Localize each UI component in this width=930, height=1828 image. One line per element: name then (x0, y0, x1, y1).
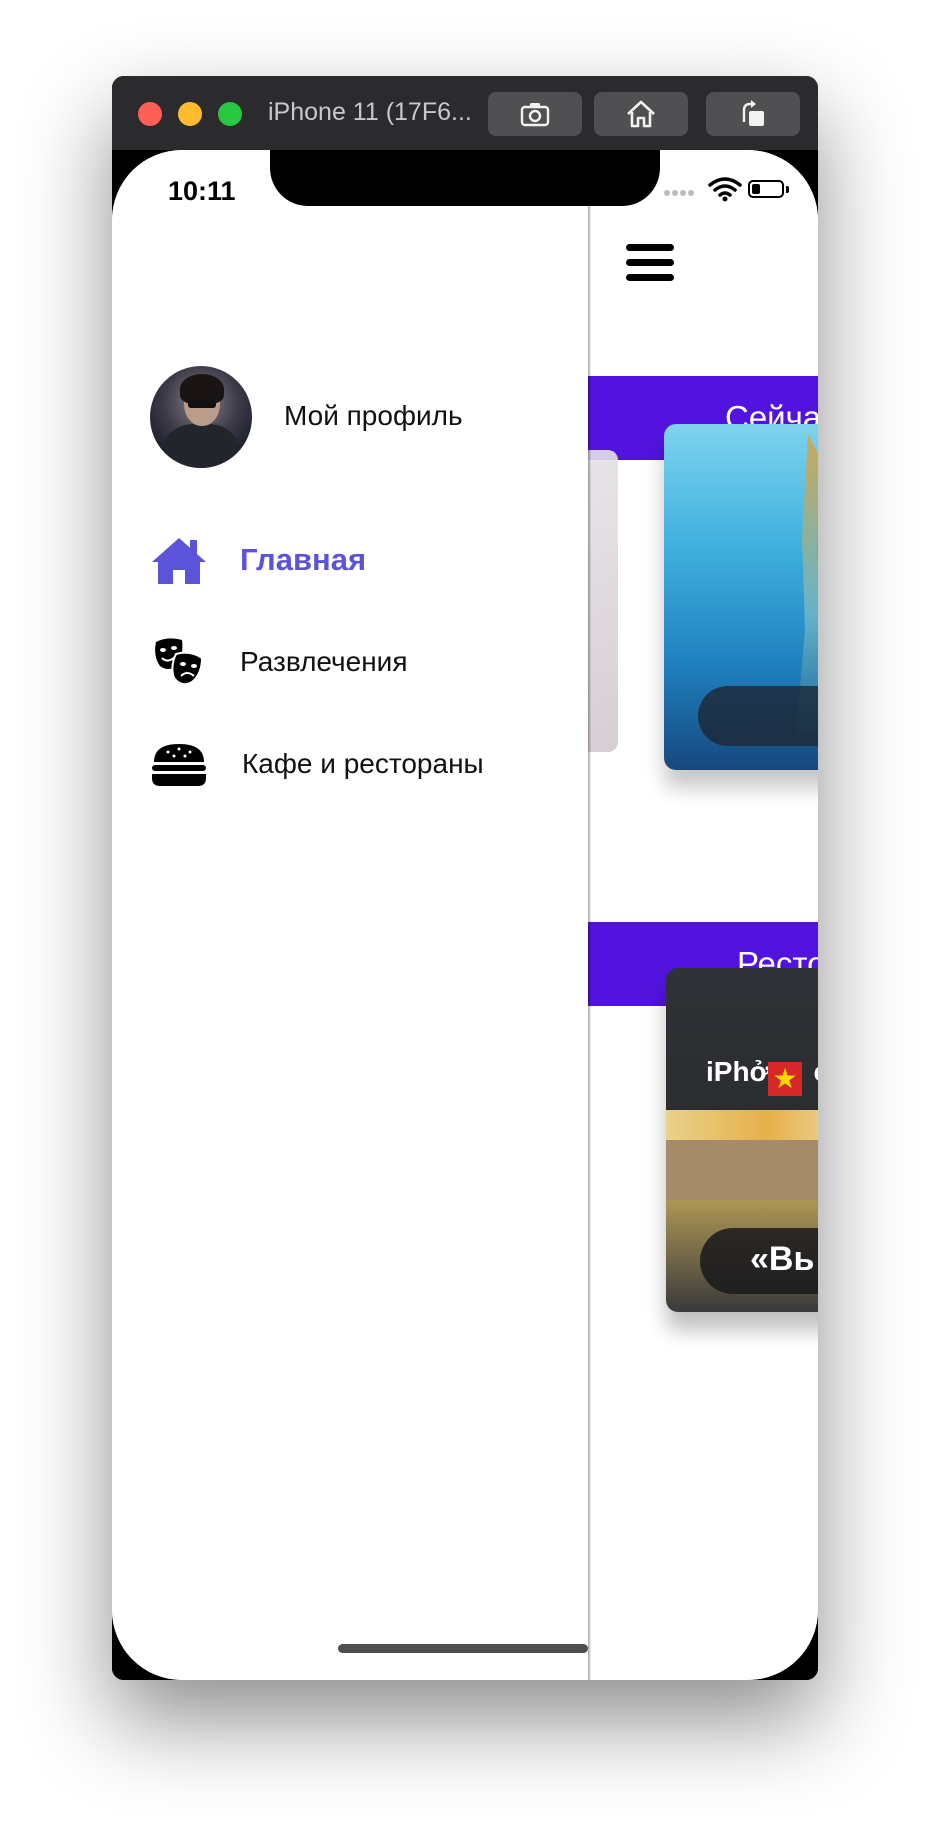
screenshot-button[interactable] (488, 92, 582, 136)
hamburger-icon (626, 244, 674, 251)
avatar[interactable] (150, 366, 252, 468)
burger-icon (152, 744, 206, 786)
simulator-window: iPhone 11 (17F6... Сейча Ресто iPhở ★ «В… (112, 76, 818, 1680)
status-time: 10:11 (168, 176, 236, 206)
home-button[interactable] (594, 92, 688, 136)
wifi-icon (708, 177, 742, 202)
side-drawer: Мой профиль Главная Развлечения Кафе и р… (112, 150, 588, 1680)
avatar-glasses (188, 400, 216, 408)
screenshot-icon (520, 103, 550, 127)
drawer-item-label: Развлечения (240, 646, 408, 677)
drawer-item-label: Главная (240, 542, 367, 577)
simulator-title: iPhone 11 (17F6... (268, 98, 472, 126)
hamburger-line (626, 259, 674, 266)
drawer-item-home[interactable]: Главная (112, 526, 588, 596)
zoom-window-button[interactable] (218, 102, 242, 126)
hamburger-menu-button[interactable] (626, 244, 674, 282)
theater-masks-icon (155, 638, 204, 686)
movie-card[interactable] (664, 424, 818, 770)
main-content[interactable]: Сейча Ресто iPhởc ★ «Вь (578, 150, 818, 1680)
drawer-edge (588, 206, 591, 1680)
hamburger-line (626, 274, 674, 281)
restaurant-card[interactable]: iPhở c ★ «Вь (666, 968, 818, 1312)
drawer-item-entertainment[interactable]: Развлечения (112, 628, 588, 698)
battery-level (752, 184, 760, 194)
profile-link[interactable]: Мой профиль (284, 400, 463, 432)
minimize-window-button[interactable] (178, 102, 202, 126)
home-icon (627, 100, 655, 128)
device-screen: Сейча Ресто iPhởc ★ «Вь (112, 150, 818, 1680)
device-notch (270, 150, 660, 206)
battery-nub (786, 186, 789, 193)
restaurant-sign-text: iPhở (706, 1056, 770, 1087)
menu-board-image (666, 1110, 818, 1140)
rotate-icon (742, 100, 764, 126)
battery-icon (748, 180, 784, 198)
drawer-item-label: Кафе и рестораны (242, 748, 484, 779)
home-indicator[interactable] (338, 1644, 588, 1653)
restaurant-sign-suffix: c (813, 1056, 818, 1087)
avatar-body (164, 424, 238, 468)
card-title-pill: «Вь (700, 1228, 818, 1294)
app-screen: Сейча Ресто iPhởc ★ «Вь (112, 150, 818, 1680)
drawer-item-cafes[interactable]: Кафе и рестораны (112, 730, 588, 800)
star-icon: ★ (768, 1062, 802, 1096)
restaurant-title: «Вь (750, 1240, 815, 1278)
status-icons (664, 176, 804, 206)
counter-image (666, 1140, 818, 1200)
simulator-titlebar: iPhone 11 (17F6... (112, 76, 818, 151)
home-icon (152, 538, 206, 584)
card-title-pill (698, 686, 818, 746)
close-window-button[interactable] (138, 102, 162, 126)
rotate-button[interactable] (706, 92, 800, 136)
